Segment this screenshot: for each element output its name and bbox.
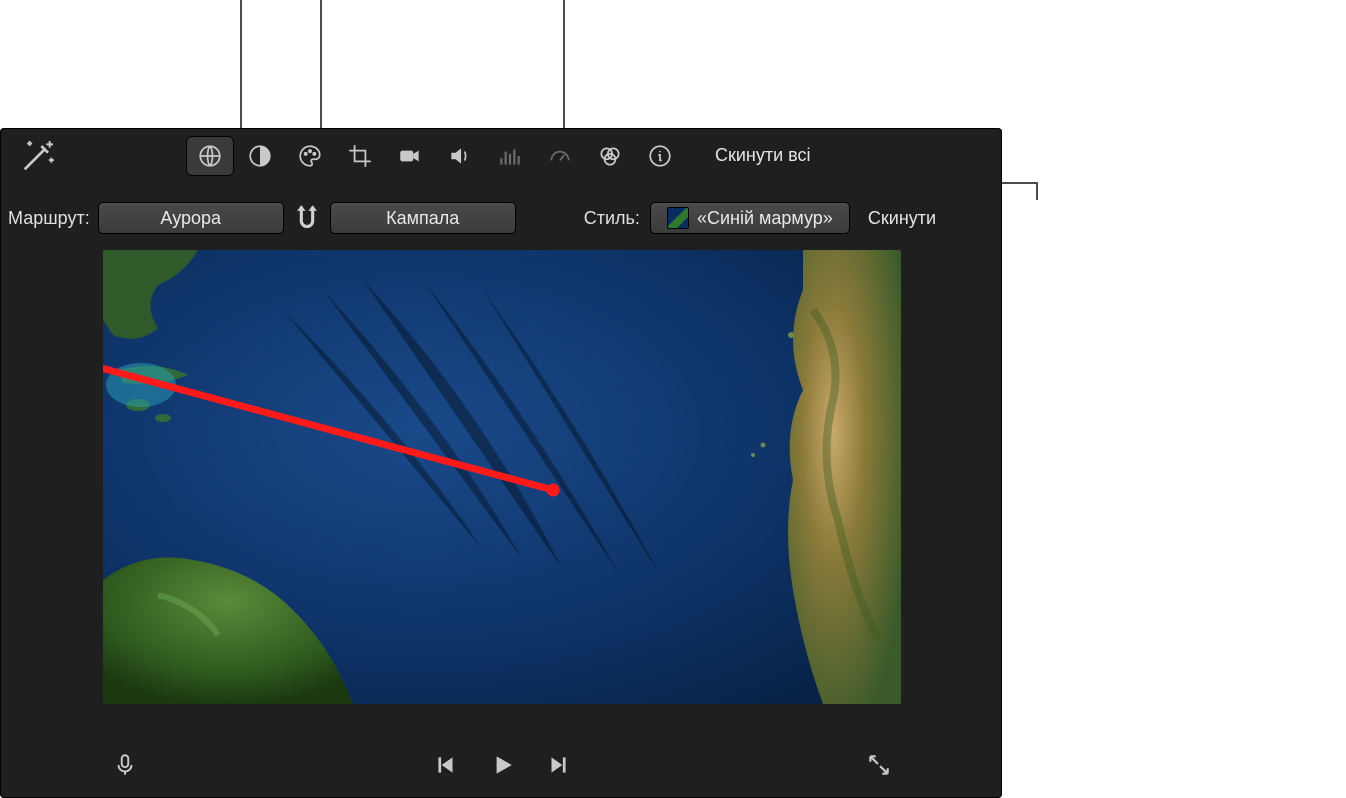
speed-button[interactable] — [536, 136, 584, 176]
route-label: Маршрут: — [8, 208, 90, 229]
crop-icon — [347, 143, 373, 169]
playback-bar — [103, 742, 901, 788]
fullscreen-icon — [866, 752, 892, 778]
microphone-icon — [112, 752, 138, 778]
style-popup[interactable]: «Синій мармур» — [650, 202, 850, 234]
skip-forward-button[interactable] — [536, 745, 580, 785]
contrast-button[interactable] — [236, 136, 284, 176]
swap-icon — [290, 201, 324, 235]
route-start-value: Аурора — [160, 208, 221, 229]
callout-line-1 — [240, 0, 242, 128]
crop-button[interactable] — [336, 136, 384, 176]
style-label: Стиль: — [584, 208, 640, 229]
transport-controls — [424, 745, 580, 785]
camera-icon — [397, 143, 423, 169]
swap-route-button[interactable] — [290, 201, 324, 235]
route-start-popup[interactable]: Аурора — [98, 202, 284, 234]
skip-back-icon — [433, 752, 459, 778]
volume-icon — [447, 143, 473, 169]
color-filters-button[interactable] — [586, 136, 634, 176]
speedometer-icon — [547, 143, 573, 169]
editor-panel: Скинути всі Маршрут: Аурора Кампала Стил… — [0, 128, 1002, 798]
filters-icon — [597, 143, 623, 169]
palette-button[interactable] — [286, 136, 334, 176]
map-canvas — [103, 250, 901, 704]
fullscreen-button[interactable] — [857, 745, 901, 785]
palette-icon — [297, 143, 323, 169]
route-bar: Маршрут: Аурора Кампала Стиль: «Синій ма… — [0, 196, 1002, 240]
app-stage: Скинути всі Маршрут: Аурора Кампала Стил… — [0, 0, 1346, 798]
play-button[interactable] — [480, 745, 524, 785]
style-value: «Синій мармур» — [697, 208, 833, 229]
reset-all-button[interactable]: Скинути всі — [715, 145, 811, 166]
route-end-popup[interactable]: Кампала — [330, 202, 516, 234]
callout-line-4v — [1036, 182, 1038, 200]
map-preview[interactable] — [103, 250, 901, 704]
reset-style-button[interactable]: Скинути — [868, 208, 936, 229]
globe-icon — [197, 143, 223, 169]
equalizer-icon — [497, 143, 523, 169]
play-icon — [489, 752, 515, 778]
info-icon — [647, 143, 673, 169]
volume-button[interactable] — [436, 136, 484, 176]
globe-map-button[interactable] — [186, 136, 234, 176]
skip-back-button[interactable] — [424, 745, 468, 785]
inspector-toolbar: Скинути всі — [0, 128, 1002, 183]
voiceover-button[interactable] — [103, 745, 147, 785]
skip-forward-icon — [545, 752, 571, 778]
equalizer-button[interactable] — [486, 136, 534, 176]
contrast-icon — [247, 143, 273, 169]
route-end-value: Кампала — [386, 208, 459, 229]
style-thumbnail — [667, 207, 689, 229]
stabilize-button[interactable] — [386, 136, 434, 176]
info-button[interactable] — [636, 136, 684, 176]
